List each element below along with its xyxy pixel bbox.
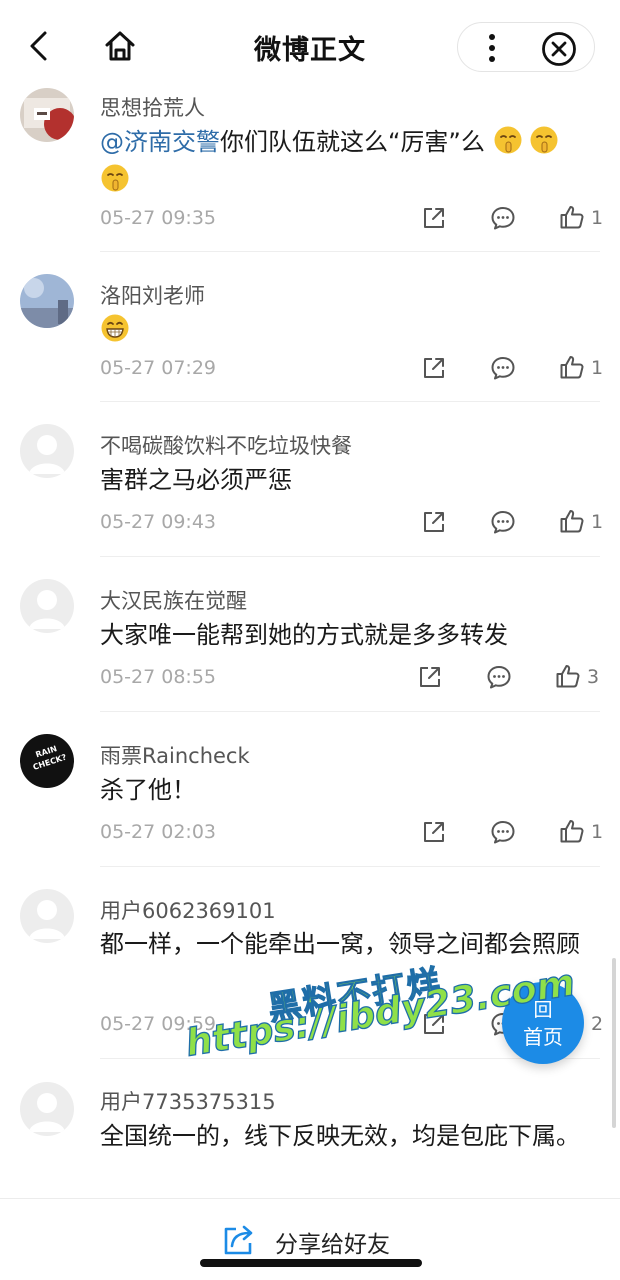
divider	[100, 556, 600, 557]
thumbs-up-icon[interactable]	[559, 354, 585, 380]
comment-time: 05-27 09:59	[100, 1013, 217, 1035]
repost-icon[interactable]	[421, 1011, 447, 1037]
comment-username[interactable]: 思想拾荒人	[100, 92, 205, 122]
divider	[100, 866, 600, 867]
comment-icon[interactable]	[486, 664, 512, 690]
user-avatar[interactable]	[20, 1082, 74, 1136]
avatar-logo-text: RAIN CHECK?	[31, 744, 68, 772]
user-avatar[interactable]: RAIN CHECK?	[20, 734, 74, 788]
user-avatar[interactable]	[20, 424, 74, 478]
thumbs-up-icon[interactable]	[559, 818, 585, 844]
comment-text: 全国统一的，线下反映无效，均是包庇下属。	[100, 1122, 580, 1150]
home-indicator[interactable]	[200, 1259, 422, 1267]
comment-username[interactable]: 雨票Raincheck	[100, 740, 250, 770]
return-home-button[interactable]: 回 首页	[502, 982, 584, 1064]
like-count: 3	[587, 666, 600, 688]
divider	[100, 251, 600, 252]
comment-text: 害群之马必须严惩	[100, 466, 292, 494]
top-nav-bar: 微博正文	[0, 0, 620, 88]
comment-time: 05-27 08:55	[100, 666, 217, 688]
shush-face-emoji-icon	[530, 126, 558, 154]
comment-time: 05-27 07:29	[100, 357, 217, 379]
repost-icon[interactable]	[417, 664, 443, 690]
like-count: 1	[591, 207, 604, 229]
comment-icon[interactable]	[490, 355, 516, 381]
mention-link[interactable]: @济南交警	[100, 128, 220, 156]
close-circle-icon[interactable]	[540, 30, 578, 68]
comment-text: 大家唯一能帮到她的方式就是多多转发	[100, 621, 508, 649]
grin-emoji-icon	[101, 314, 129, 342]
comment-icon[interactable]	[490, 205, 516, 231]
comment-username[interactable]: 洛阳刘老师	[100, 280, 205, 310]
watermark-text: 黑料不打烊	[265, 961, 445, 1028]
comment-time: 05-27 02:03	[100, 821, 217, 843]
thumbs-up-icon[interactable]	[555, 663, 581, 689]
comment-text	[100, 311, 590, 349]
comment-username[interactable]: 用户6062369101	[100, 895, 276, 925]
user-avatar[interactable]	[20, 889, 74, 943]
user-avatar[interactable]	[20, 88, 74, 142]
thumbs-up-icon[interactable]	[559, 204, 585, 230]
return-home-label-line1: 回	[533, 999, 553, 1021]
divider	[100, 711, 600, 712]
user-avatar[interactable]	[20, 274, 74, 328]
return-home-label-line2: 首页	[523, 1025, 563, 1049]
repost-icon[interactable]	[421, 355, 447, 381]
shush-face-emoji-icon	[101, 164, 129, 192]
comment-text: @济南交警你们队伍就这么“厉害”么	[100, 123, 590, 199]
repost-icon[interactable]	[421, 819, 447, 845]
scrollbar[interactable]	[612, 958, 616, 1128]
share-icon[interactable]	[222, 1223, 256, 1257]
repost-icon[interactable]	[421, 509, 447, 535]
comment-username[interactable]: 用户7735375315	[100, 1086, 276, 1116]
repost-icon[interactable]	[421, 205, 447, 231]
comment-text: 都一样，一个能牵出一窝，领导之间都会照顾	[100, 930, 580, 958]
divider	[100, 401, 600, 402]
like-count: 1	[591, 511, 604, 533]
shush-face-emoji-icon	[494, 126, 522, 154]
comment-username[interactable]: 不喝碳酸饮料不吃垃圾快餐	[100, 430, 352, 460]
like-count: 2	[591, 1013, 604, 1035]
share-button[interactable]: 分享给好友	[275, 1225, 390, 1259]
comment-body: 你们队伍就这么“厉害”么	[220, 128, 485, 156]
user-avatar[interactable]	[20, 579, 74, 633]
comment-time: 05-27 09:43	[100, 511, 217, 533]
thumbs-up-icon[interactable]	[559, 508, 585, 534]
comment-icon[interactable]	[490, 819, 516, 845]
comment-icon[interactable]	[490, 509, 516, 535]
bottom-share-bar: 分享给好友	[0, 1198, 620, 1280]
more-vertical-icon[interactable]	[474, 30, 510, 66]
like-count: 1	[591, 821, 604, 843]
comment-text: 杀了他！	[100, 776, 196, 804]
like-count: 1	[591, 357, 604, 379]
comment-time: 05-27 09:35	[100, 207, 217, 229]
comment-username[interactable]: 大汉民族在觉醒	[100, 585, 247, 615]
